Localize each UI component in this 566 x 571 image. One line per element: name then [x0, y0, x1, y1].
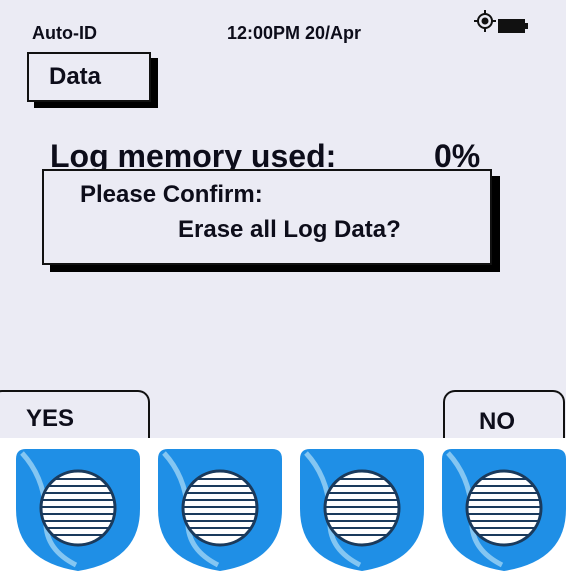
no-softkey-label: NO [479, 408, 515, 435]
dialog-message: Erase all Log Data? [178, 216, 401, 243]
dialog-title: Please Confirm: [80, 181, 263, 208]
hardware-keypad [0, 440, 566, 571]
battery-full-icon [498, 19, 528, 33]
clock-date: 12:00PM 20/Apr [227, 23, 362, 43]
yes-softkey[interactable]: YES [0, 390, 150, 438]
no-softkey[interactable]: NO [443, 390, 565, 438]
function-key-3[interactable] [300, 449, 424, 571]
device-screen: Auto-ID 12:00PM 20/Apr Data Log memory u… [0, 0, 566, 438]
function-key-2[interactable] [158, 449, 282, 571]
function-key-4[interactable] [442, 449, 566, 571]
screen-title-box: Data [27, 52, 151, 102]
mode-indicator: Auto-ID [32, 23, 97, 43]
screen-title: Data [48, 63, 102, 90]
confirm-dialog: Please Confirm: Erase all Log Data? [42, 169, 492, 265]
yes-softkey-label: YES [26, 405, 75, 432]
function-key-1[interactable] [16, 449, 140, 571]
gps-location-icon [474, 10, 496, 32]
